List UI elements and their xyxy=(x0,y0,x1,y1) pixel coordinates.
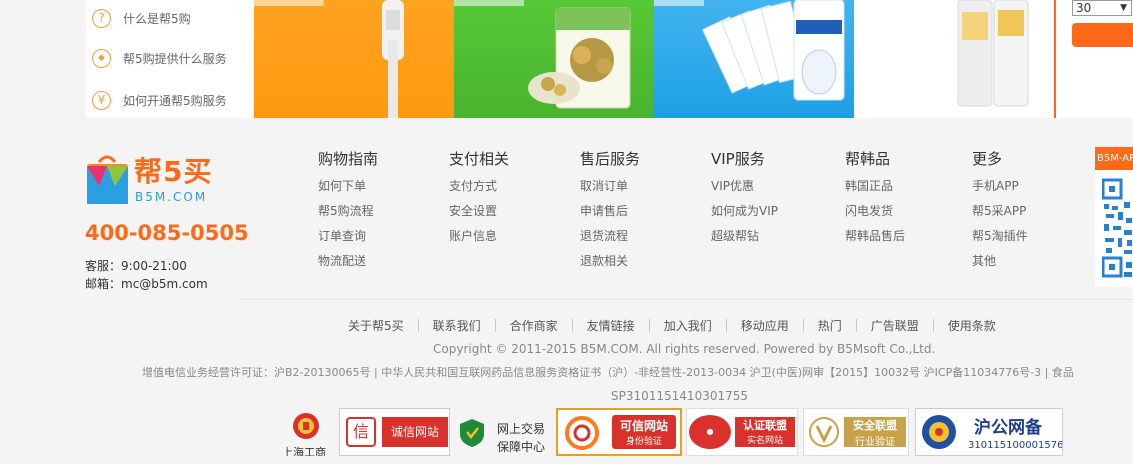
app-tag: B5M-APP xyxy=(1095,147,1133,170)
badge-label: 上海工商 xyxy=(282,446,326,456)
badge-trusted-site[interactable]: 可信网站 身份验证 xyxy=(556,408,682,456)
footer-link[interactable]: 订单查询 xyxy=(318,227,366,244)
footer-divider xyxy=(238,299,1133,300)
footer-link[interactable]: 超级帮钻 xyxy=(711,227,759,244)
quantity-select[interactable]: 30 ▼ xyxy=(1072,0,1132,16)
cable-product-image xyxy=(254,0,404,118)
footer-link[interactable]: 其他 xyxy=(972,252,996,269)
product-side-panel xyxy=(1056,0,1133,118)
police-emblem-icon xyxy=(922,415,956,449)
mask-product-image xyxy=(654,0,845,101)
help-item-services[interactable]: ◆ 帮5购提供什么服务 xyxy=(92,46,252,70)
footer-link[interactable]: 帮5购流程 xyxy=(318,202,374,219)
brand-domain: B5M.COM xyxy=(135,190,208,204)
badge-sublabel: 310115100001576 xyxy=(968,440,1063,451)
promo-banner-tea[interactable] xyxy=(454,0,654,118)
question-icon: ? xyxy=(92,8,111,28)
footer-link-contact[interactable]: 联系我们 xyxy=(419,317,495,334)
cosmetics-product-image xyxy=(957,0,1029,107)
footer-link[interactable]: 如何成为VIP xyxy=(711,202,778,219)
footer-link[interactable]: 如何下单 xyxy=(318,177,366,194)
footer-link-mobile-apps[interactable]: 移动应用 xyxy=(727,317,803,334)
footer-link[interactable]: 账户信息 xyxy=(449,227,497,244)
badge-sublabel: 行业验证 xyxy=(855,437,895,448)
buy-button[interactable] xyxy=(1072,23,1133,47)
promo-banner-cosmetics[interactable] xyxy=(854,0,1054,118)
footer-link[interactable]: 支付方式 xyxy=(449,177,497,194)
badge-label: 网上交易 xyxy=(497,422,546,436)
help-item-label: 什么是帮5购 xyxy=(123,11,191,26)
column-title-after-sales: 售后服务 xyxy=(580,150,641,168)
footer-link-about[interactable]: 关于帮5买 xyxy=(334,317,418,334)
tea-product-image xyxy=(454,0,631,109)
help-item-what[interactable]: ? 什么是帮5购 xyxy=(92,6,252,30)
footer-link-friend-links[interactable]: 友情链接 xyxy=(573,317,649,334)
badge-label: 可信网站 xyxy=(619,419,668,433)
footer-link-ad-alliance[interactable]: 广告联盟 xyxy=(857,317,933,334)
chengxin-icon: 信 xyxy=(346,417,376,447)
footer-links-row: 关于帮5买 联系我们 合作商家 友情链接 加入我们 移动应用 热门 广告联盟 使… xyxy=(334,317,1010,333)
footer-link[interactable]: 帮5淘插件 xyxy=(972,227,1028,244)
badge-sublabel: 实名网站 xyxy=(746,436,783,446)
security-v-icon xyxy=(809,417,839,447)
diamond-icon: ◆ xyxy=(92,48,111,68)
footer-link[interactable]: 安全设置 xyxy=(449,202,497,219)
help-item-label: 帮5购提供什么服务 xyxy=(123,51,227,66)
footer-link[interactable]: 退货流程 xyxy=(580,227,628,244)
license-number: SP3101151410301755 xyxy=(611,389,749,403)
badge-chengxin[interactable]: 信 诚信网站 xyxy=(339,408,450,456)
footer-link-join-us[interactable]: 加入我们 xyxy=(650,317,726,334)
footer-link[interactable]: 手机APP xyxy=(972,177,1019,194)
seal-icon: ● xyxy=(689,415,731,449)
promo-banner-cable[interactable] xyxy=(254,0,454,118)
badge-public-security[interactable]: 沪公网备 310115100001576 xyxy=(915,408,1063,456)
brand-name: 帮5买 xyxy=(134,155,213,188)
badge-label: 沪公网备 xyxy=(974,418,1042,438)
footer-link[interactable]: VIP优惠 xyxy=(711,177,754,194)
footer-link[interactable]: 帮韩品售后 xyxy=(845,227,905,244)
footer-link-partners[interactable]: 合作商家 xyxy=(496,317,572,334)
emblem-icon xyxy=(293,413,319,439)
quantity-value: 30 xyxy=(1076,1,1092,15)
badge-label: 安全联盟 xyxy=(853,419,897,432)
service-hours: 客服：9:00-21:00 xyxy=(85,259,187,273)
column-title-korean-goods: 帮韩品 xyxy=(845,150,891,168)
footer-link-hot[interactable]: 热门 xyxy=(804,317,856,334)
copyright-text: Copyright © 2011-2015 B5M.COM. All right… xyxy=(433,342,936,356)
badge-certification-alliance[interactable]: ● 认证联盟 实名网站 xyxy=(686,408,798,456)
footer-link[interactable]: 退款相关 xyxy=(580,252,628,269)
license-text: 增值电信业务经营许可证：沪B2-20130065号 | 中华人民共和国互联网药品… xyxy=(142,366,1074,379)
promo-banner-mask[interactable] xyxy=(654,0,854,118)
column-title-more: 更多 xyxy=(972,150,1003,168)
footer-link[interactable]: 申请售后 xyxy=(580,202,628,219)
chevron-down-icon: ▼ xyxy=(1120,3,1127,13)
footer-link-terms[interactable]: 使用条款 xyxy=(934,317,1010,334)
shield-icon xyxy=(460,419,484,447)
help-item-label: 如何开通帮5购服务 xyxy=(123,93,227,108)
badge-trade-protection[interactable]: 网上交易 保障中心 xyxy=(457,408,549,456)
badge-shanghai-aic[interactable]: 上海工商 xyxy=(282,408,338,456)
qr-code-icon[interactable] xyxy=(1102,178,1133,280)
footer-link[interactable]: 帮5采APP xyxy=(972,202,1026,219)
column-title-shopping-guide: 购物指南 xyxy=(318,150,379,168)
footer-link[interactable]: 取消订单 xyxy=(580,177,628,194)
help-item-open[interactable]: ¥ 如何开通帮5购服务 xyxy=(92,88,252,112)
column-title-payment: 支付相关 xyxy=(449,150,510,168)
hotline-number: 400-085-0505 xyxy=(85,221,249,245)
badge-label: 诚信网站 xyxy=(382,417,448,447)
badge-sublabel: 身份验证 xyxy=(625,437,662,447)
column-title-vip: VIP服务 xyxy=(711,150,765,168)
badge-label: 保障中心 xyxy=(497,440,546,454)
footer-link[interactable]: 韩国正品 xyxy=(845,177,893,194)
footer-link[interactable]: 物流配送 xyxy=(318,252,366,269)
yen-icon: ¥ xyxy=(92,90,111,110)
support-email: 邮箱：mc@b5m.com xyxy=(85,277,208,291)
brand-logo-icon xyxy=(87,155,128,204)
footer-link[interactable]: 闪电发货 xyxy=(845,202,893,219)
trusted-site-icon xyxy=(565,416,599,450)
badge-security-alliance[interactable]: 安全联盟 行业验证 xyxy=(803,408,909,456)
badge-label: 认证联盟 xyxy=(743,419,787,432)
